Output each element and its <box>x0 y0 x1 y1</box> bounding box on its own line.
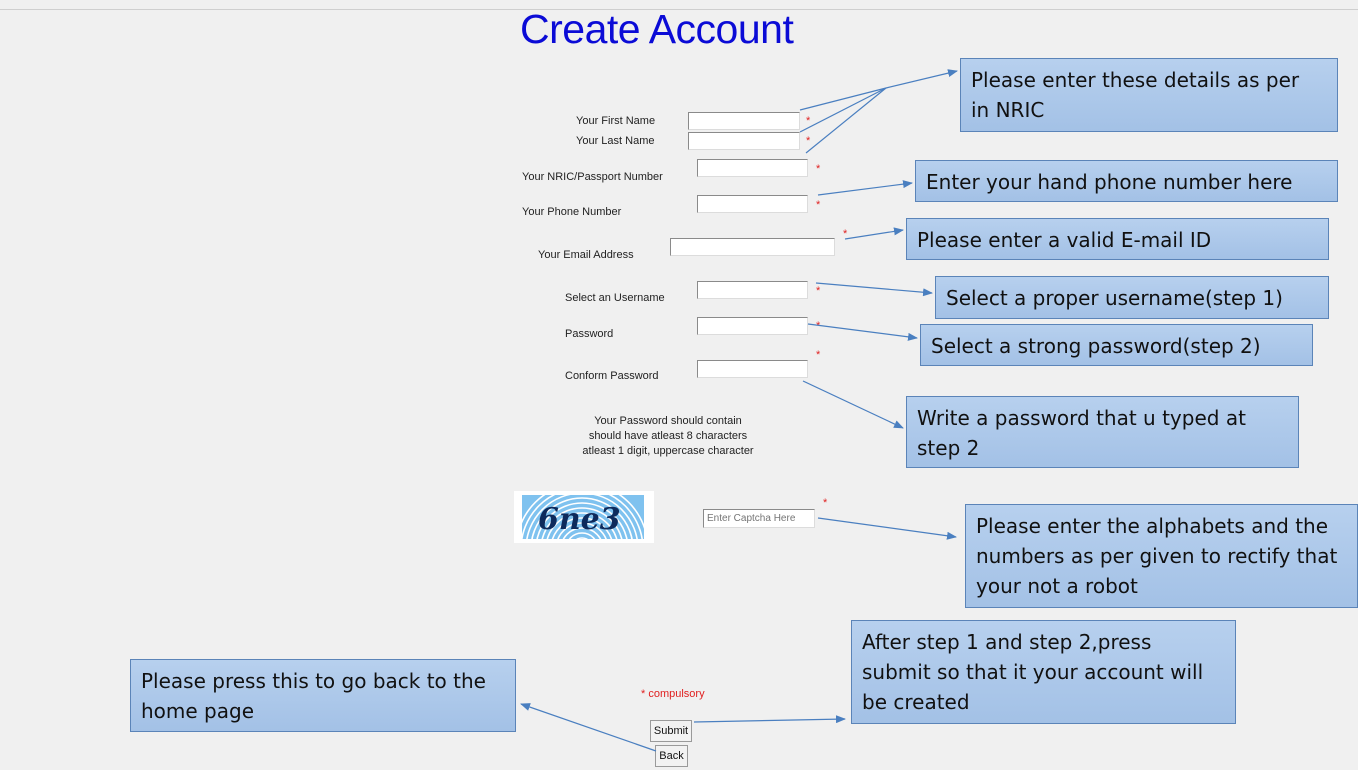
arrow-line <box>815 282 933 297</box>
arrow-line <box>693 715 846 724</box>
arrow-line <box>807 323 918 341</box>
arrow-line <box>885 69 958 89</box>
arrow-line <box>520 703 657 752</box>
arrow-line <box>817 180 913 196</box>
arrow-line <box>802 380 904 429</box>
arrow-line <box>799 87 887 133</box>
arrow-line <box>817 517 957 540</box>
annotation-arrows <box>520 69 958 752</box>
arrow-line <box>844 227 904 240</box>
